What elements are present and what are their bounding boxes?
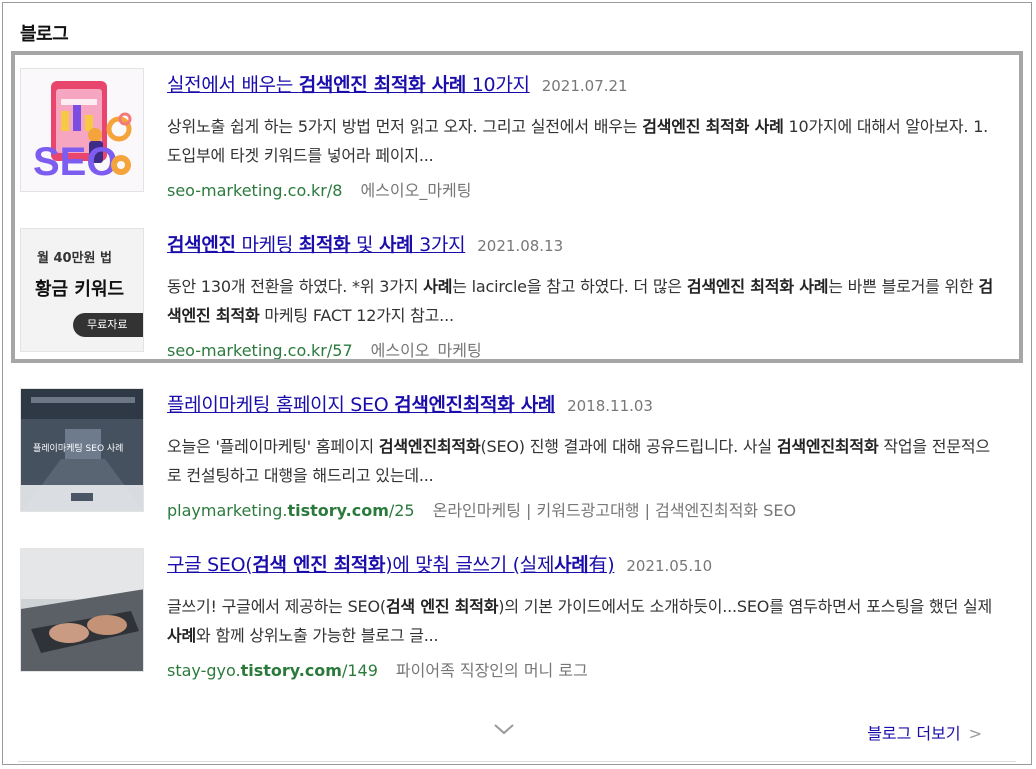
laptop-typing-photo-icon xyxy=(21,549,143,671)
result-date: 2018.11.03 xyxy=(567,397,653,415)
divider xyxy=(18,761,1016,762)
blog-more-link[interactable]: 블로그 더보기 > xyxy=(867,720,982,744)
result-source-link[interactable]: 파이어족 직장인의 머니 로그 xyxy=(396,661,588,680)
blog-result-item: 구글 SEO(검색 엔진 최적화)에 맞춰 글쓰기 (실제사례有) 2021.05… xyxy=(20,548,1010,680)
result-source-link[interactable]: 온라인마케팅 | 키워드광고대행 | 검색엔진최적화 SEO xyxy=(433,501,796,520)
result-thumbnail[interactable] xyxy=(20,548,144,672)
thumb-caption: 플레이마케팅 SEO 사례 xyxy=(33,444,124,454)
result-title-link[interactable]: 플레이마케팅 홈페이지 SEO 검색엔진최적화 사례 xyxy=(167,394,555,416)
chevron-right-icon: > xyxy=(968,724,982,743)
result-url-link[interactable]: playmarketing.tistory.com/25 xyxy=(167,501,415,520)
highlight-box xyxy=(11,51,1023,363)
result-snippet: 글쓰기! 구글에서 제공하는 SEO(검색 엔진 최적화)의 기본 가이드에서도… xyxy=(167,597,993,645)
blog-result-item: 플레이마케팅 SEO 사례 플레이마케팅 홈페이지 SEO 검색엔진최적화 사례… xyxy=(20,388,1010,520)
result-date: 2021.05.10 xyxy=(626,557,713,575)
result-url-link[interactable]: stay-gyo.tistory.com/149 xyxy=(167,661,378,680)
result-snippet: 오늘은 '플레이마케팅' 홈페이지 검색엔진최적화(SEO) 진행 결과에 대해… xyxy=(167,437,990,485)
result-title-link[interactable]: 구글 SEO(검색 엔진 최적화)에 맞춰 글쓰기 (실제사례有) xyxy=(167,554,615,576)
chevron-down-icon[interactable] xyxy=(493,718,515,740)
result-thumbnail[interactable]: 플레이마케팅 SEO 사례 xyxy=(20,388,144,512)
section-title: 블로그 xyxy=(20,24,69,45)
